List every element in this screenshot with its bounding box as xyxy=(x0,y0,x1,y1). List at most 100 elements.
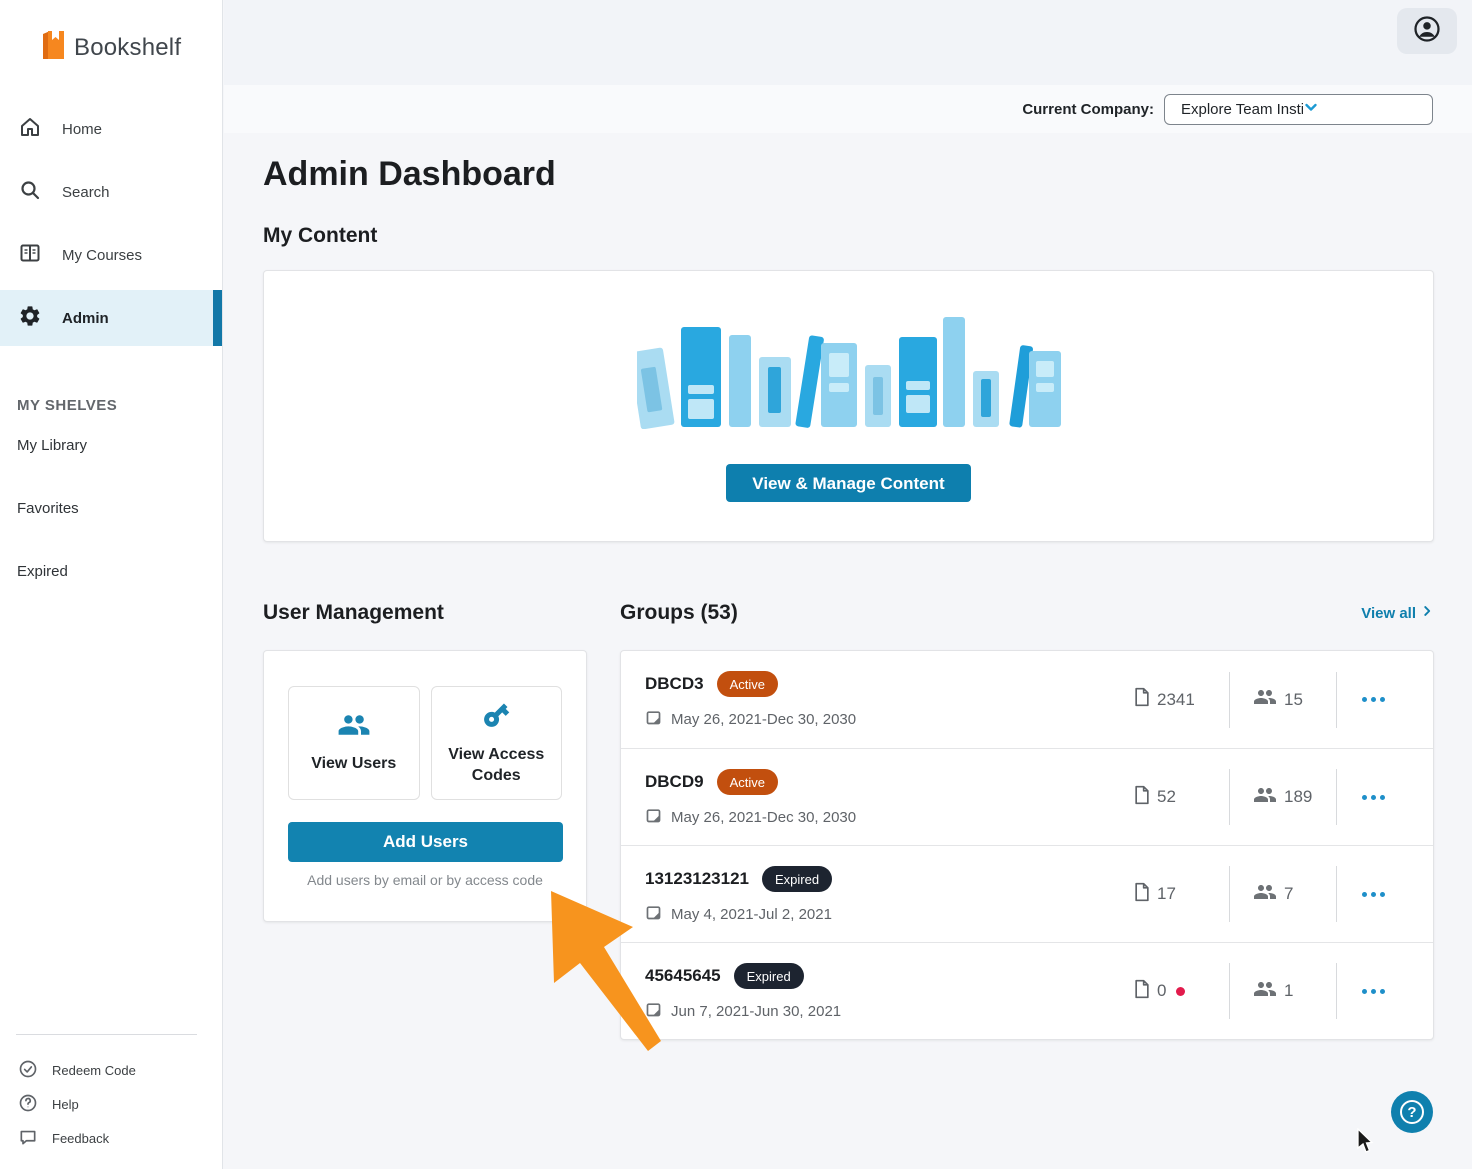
user-management-section: User Management View Users xyxy=(263,598,587,1040)
bookshelf-illustration xyxy=(637,315,1061,434)
ellipsis-icon xyxy=(1362,989,1367,994)
status-badge: Active xyxy=(717,671,778,697)
chevron-right-icon xyxy=(1420,604,1434,622)
sidebar-item-expired[interactable]: Expired xyxy=(0,540,222,603)
users-count-value: 1 xyxy=(1284,981,1293,1001)
calendar-icon xyxy=(645,1001,662,1022)
ellipsis-icon xyxy=(1362,795,1367,800)
calendar-icon xyxy=(645,709,662,730)
sidebar-item-admin[interactable]: Admin xyxy=(0,290,222,346)
docs-count: 52 xyxy=(1133,785,1229,810)
group-dates: May 26, 2021-Dec 30, 2030 xyxy=(671,809,856,826)
add-users-caption: Add users by email or by access code xyxy=(288,872,562,888)
more-options-button[interactable] xyxy=(1337,697,1409,702)
status-badge: Active xyxy=(717,769,778,795)
docs-count: 2341 xyxy=(1133,687,1229,712)
users-count: 15 xyxy=(1230,687,1336,712)
my-content-heading: My Content xyxy=(263,224,1434,248)
group-stats: 52 189 xyxy=(1133,749,1409,845)
question-mark-icon: ? xyxy=(1400,1100,1424,1124)
docs-count-value: 52 xyxy=(1157,787,1176,807)
view-users-tile[interactable]: View Users xyxy=(288,686,420,800)
company-bar: Current Company: Explore Team Institutio… xyxy=(224,85,1472,133)
docs-count: 0 xyxy=(1133,979,1229,1004)
sidebar-item-my-library[interactable]: My Library xyxy=(0,414,222,477)
account-button[interactable] xyxy=(1397,8,1457,54)
sidebar-item-my-courses[interactable]: My Courses xyxy=(0,227,222,283)
more-options-button[interactable] xyxy=(1337,989,1409,994)
group-dates: May 26, 2021-Dec 30, 2030 xyxy=(671,711,856,728)
feedback-link[interactable]: Feedback xyxy=(0,1121,222,1155)
home-icon xyxy=(18,115,42,143)
sidebar-item-label: My Courses xyxy=(62,247,142,264)
app-root: Bookshelf Home Search xyxy=(0,0,1472,1169)
chevron-down-icon xyxy=(1303,99,1425,119)
gear-icon xyxy=(18,304,42,332)
group-dates: Jun 7, 2021-Jun 30, 2021 xyxy=(671,1003,841,1020)
sidebar-item-home[interactable]: Home xyxy=(0,101,222,157)
group-stats: 2341 15 xyxy=(1133,651,1409,748)
document-icon xyxy=(1133,979,1151,1004)
shelf-item-label: My Library xyxy=(17,437,87,454)
users-count-value: 189 xyxy=(1284,787,1312,807)
docs-count: 17 xyxy=(1133,882,1229,907)
footer-item-label: Redeem Code xyxy=(52,1063,136,1078)
key-icon xyxy=(481,700,511,735)
group-name: 13123123121 xyxy=(645,869,749,889)
book-icon xyxy=(18,241,42,269)
users-count-value: 7 xyxy=(1284,884,1293,904)
people-icon xyxy=(1252,979,1278,1004)
users-count-value: 15 xyxy=(1284,690,1303,710)
redeem-code-link[interactable]: Redeem Code xyxy=(0,1053,222,1087)
users-count: 189 xyxy=(1230,785,1336,810)
search-icon xyxy=(18,178,42,206)
footer-item-label: Feedback xyxy=(52,1131,109,1146)
group-list: DBCD3 Active May 26, 2021-Dec 30, 2030 xyxy=(621,651,1433,1039)
document-icon xyxy=(1133,882,1151,907)
groups-section: Groups (53) View all DBCD3 xyxy=(620,598,1434,1040)
view-manage-content-button[interactable]: View & Manage Content xyxy=(726,464,970,502)
group-row: DBCD9 Active May 26, 2021-Dec 30, 2030 xyxy=(621,748,1433,845)
status-badge: Expired xyxy=(762,866,832,892)
company-dropdown-value: Explore Team Institution Sand xyxy=(1181,101,1303,118)
sidebar-item-favorites[interactable]: Favorites xyxy=(0,477,222,540)
lower-sections: User Management View Users xyxy=(263,598,1434,1040)
help-fab-button[interactable]: ? xyxy=(1391,1091,1433,1133)
alert-dot xyxy=(1176,987,1185,996)
more-options-button[interactable] xyxy=(1337,795,1409,800)
view-access-codes-tile[interactable]: View Access Codes xyxy=(431,686,563,800)
divider xyxy=(16,1034,197,1035)
more-options-button[interactable] xyxy=(1337,892,1409,897)
docs-count-value: 17 xyxy=(1157,884,1176,904)
groups-heading: Groups (53) xyxy=(620,601,738,625)
group-row: 13123123121 Expired May 4, 2021-Jul 2, 2… xyxy=(621,845,1433,942)
view-all-link[interactable]: View all xyxy=(1361,604,1434,622)
brand-name: Bookshelf xyxy=(74,34,181,62)
add-users-button[interactable]: Add Users xyxy=(288,822,563,862)
user-management-heading: User Management xyxy=(263,601,444,625)
sidebar-item-label: Admin xyxy=(62,310,109,327)
view-all-label: View all xyxy=(1361,605,1416,622)
docs-count-value: 0 xyxy=(1157,981,1166,1001)
sidebar-item-search[interactable]: Search xyxy=(0,164,222,220)
footer-item-label: Help xyxy=(52,1097,79,1112)
group-name: DBCD3 xyxy=(645,674,704,694)
document-icon xyxy=(1133,687,1151,712)
view-access-codes-label: View Access Codes xyxy=(432,745,562,787)
status-badge: Expired xyxy=(734,963,804,989)
calendar-icon xyxy=(645,904,662,925)
bookshelf-logo-icon xyxy=(40,30,66,65)
ellipsis-icon xyxy=(1362,697,1367,702)
sidebar-nav: Home Search xyxy=(0,101,222,346)
check-circle-icon xyxy=(18,1059,38,1082)
account-circle-icon xyxy=(1412,14,1442,49)
my-content-card: View & Manage Content xyxy=(263,270,1434,542)
groups-card: DBCD3 Active May 26, 2021-Dec 30, 2030 xyxy=(620,650,1434,1040)
company-dropdown[interactable]: Explore Team Institution Sand xyxy=(1164,94,1433,125)
sidebar-item-label: Home xyxy=(62,121,102,138)
help-link[interactable]: Help xyxy=(0,1087,222,1121)
group-stats: 0 1 xyxy=(1133,943,1409,1039)
sidebar: Bookshelf Home Search xyxy=(0,0,223,1169)
sidebar-item-label: Search xyxy=(62,184,110,201)
people-icon xyxy=(1252,687,1278,712)
